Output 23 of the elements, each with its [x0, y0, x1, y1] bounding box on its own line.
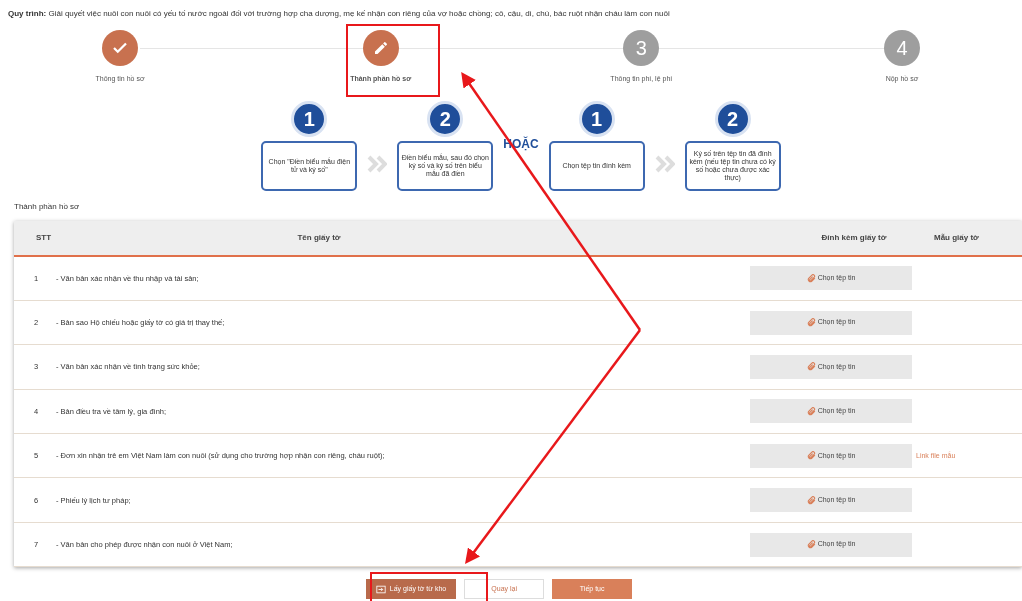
procedure-text: Quy trình: Giải quyết việc nuôi con nuôi có yếu tố nước ngoài đối với trường hợp cha dượng, mẹ kế nhận con riêng của vợ hoặc chồng; cô, cậu, dì, chú, bác ruột nhận cháu làm con nuôi [8, 8, 671, 20]
column-header: STT [35, 231, 53, 244]
paperclip-icon [806, 318, 816, 328]
section-title: Thành phần hồ sơ [13, 200, 81, 213]
double-chevron-icon [654, 154, 675, 173]
paperclip-icon [806, 273, 816, 283]
number-badge: 2 [714, 100, 751, 137]
column-header: Mẫu giấy tờ [934, 231, 979, 244]
column-header: Đính kèm giấy tờ [820, 231, 888, 244]
column-header: Tên giấy tờ [296, 231, 342, 244]
number-badge: 1 [578, 100, 615, 137]
paperclip-icon [806, 451, 816, 461]
import-icon [375, 584, 386, 594]
pencil-icon [372, 40, 389, 56]
paperclip-icon [806, 540, 816, 550]
number-badge: 1 [291, 100, 328, 137]
step-number: 3 [635, 36, 647, 61]
paperclip-icon [806, 495, 816, 505]
paperclip-icon [806, 362, 816, 372]
paperclip-icon [806, 406, 816, 416]
double-chevron-icon [367, 154, 388, 173]
step-number: 4 [896, 36, 908, 61]
number-badge: 2 [427, 100, 464, 137]
